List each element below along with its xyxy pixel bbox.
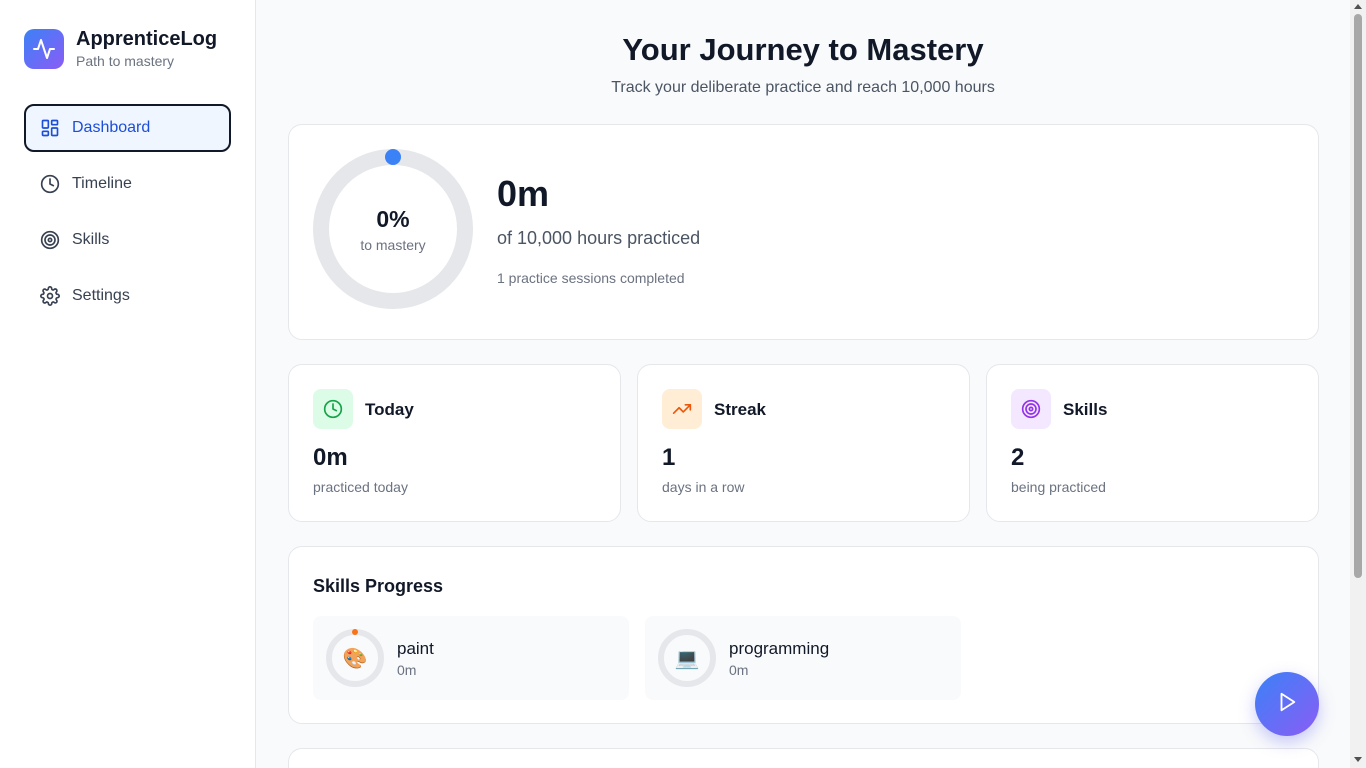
clock-icon (40, 174, 60, 194)
clock-icon (313, 389, 353, 429)
mastery-progress-ring: 0% to mastery (313, 149, 473, 309)
stat-title: Streak (714, 400, 766, 419)
palette-icon: 🎨 (342, 647, 368, 670)
page-title: Your Journey to Mastery (622, 32, 984, 67)
laptop-icon: 💻 (674, 647, 700, 670)
stat-card-skills: Skills 2 being practiced (986, 364, 1319, 522)
sidebar: ApprenticeLog Path to mastery Dashboard (0, 0, 256, 768)
scroll-up-arrow-icon[interactable] (1354, 4, 1362, 9)
skills-progress-title: Skills Progress (313, 576, 444, 596)
stat-caption: days in a row (662, 479, 745, 495)
target-icon (40, 230, 60, 250)
dashboard-icon (40, 118, 60, 138)
scroll-down-arrow-icon[interactable] (1354, 757, 1362, 762)
skill-item-programming[interactable]: 💻 programming 0m (645, 616, 961, 700)
sidebar-item-label: Dashboard (72, 119, 151, 136)
activity-icon (24, 28, 64, 69)
stat-card-streak: Streak 1 days in a row (637, 364, 970, 522)
stat-title: Skills (1063, 400, 1108, 419)
scrollbar-thumb[interactable] (1354, 14, 1362, 578)
app-title: ApprenticeLog (76, 28, 218, 50)
sidebar-item-settings[interactable]: Settings (24, 272, 231, 320)
main-content: Your Journey to Mastery Track your delib… (256, 0, 1350, 768)
next-section-card (288, 748, 1319, 768)
stat-card-today: Today 0m practiced today (288, 364, 621, 522)
skill-name: paint (397, 639, 434, 658)
target-icon (1011, 389, 1051, 429)
total-practice-time: 0m (497, 173, 550, 214)
start-session-button[interactable] (1255, 672, 1319, 736)
page-subtitle: Track your deliberate practice and reach… (611, 79, 995, 96)
sidebar-nav: Dashboard Timeline Skills Settings (24, 104, 231, 328)
page-scrollbar[interactable] (1350, 0, 1366, 768)
skill-item-paint[interactable]: 🎨 paint 0m (313, 616, 629, 700)
gear-icon (40, 286, 60, 306)
sidebar-item-timeline[interactable]: Timeline (24, 160, 231, 208)
stat-value: 1 (662, 444, 676, 471)
app-subtitle: Path to mastery (76, 53, 175, 69)
sessions-count: 1 practice sessions completed (497, 270, 685, 286)
brand[interactable]: ApprenticeLog Path to mastery (24, 28, 217, 69)
stat-caption: practiced today (313, 479, 408, 495)
stat-value: 0m (313, 444, 348, 471)
sidebar-item-skills[interactable]: Skills (24, 216, 231, 264)
hours-goal-text: of 10,000 hours practiced (497, 228, 701, 248)
skill-time: 0m (397, 662, 417, 678)
mastery-card: 0% to mastery 0m of 10,000 hours practic… (288, 124, 1319, 340)
skills-progress-card: Skills Progress 🎨 paint 0m 💻 programming… (288, 546, 1319, 724)
sidebar-item-label: Settings (72, 287, 130, 304)
sidebar-item-dashboard[interactable]: Dashboard (24, 104, 231, 152)
stat-value: 2 (1011, 444, 1025, 471)
skill-name: programming (729, 639, 830, 658)
stat-title: Today (365, 400, 414, 419)
sidebar-item-label: Timeline (72, 175, 132, 192)
sidebar-item-label: Skills (72, 231, 110, 248)
stat-caption: being practiced (1011, 479, 1106, 495)
mastery-percent-caption: to mastery (360, 236, 426, 253)
trending-up-icon (662, 389, 702, 429)
mastery-percent: 0% (376, 205, 410, 232)
skill-time: 0m (729, 662, 749, 678)
play-icon (1276, 691, 1298, 718)
